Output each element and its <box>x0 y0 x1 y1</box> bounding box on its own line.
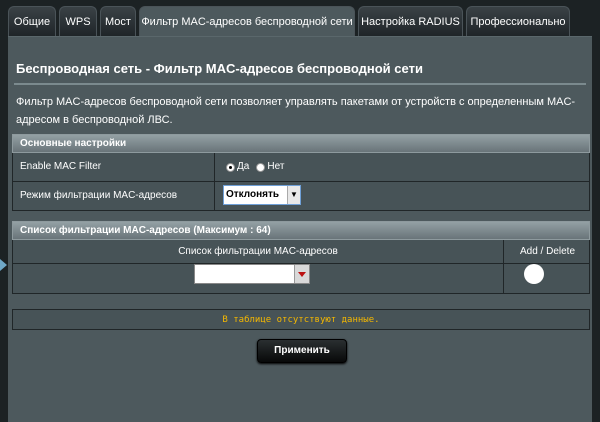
dropdown-arrow-icon[interactable] <box>294 265 309 283</box>
content-panel: Беспроводная сеть - Фильтр MAC-адресов б… <box>8 36 592 422</box>
filter-mode-label: Режим фильтрации MAC-адресов <box>20 190 178 201</box>
radio-yes[interactable] <box>226 162 235 172</box>
col-add-delete: Add / Delete <box>503 240 591 264</box>
radio-no-label: Нет <box>267 161 285 173</box>
page-description: Фильтр MAC-адресов беспроводной сети поз… <box>16 96 576 126</box>
page-title: Беспроводная сеть - Фильтр MAC-адресов б… <box>16 61 423 76</box>
apply-button[interactable]: Применить <box>257 339 347 363</box>
radio-yes-label: Да <box>237 161 250 173</box>
tab-wps[interactable]: WPS <box>59 6 97 36</box>
filter-mode-value: Отклонять <box>226 189 280 200</box>
radio-no[interactable] <box>256 162 266 172</box>
enable-mac-filter-label: Enable MAC Filter <box>20 161 102 172</box>
enable-mac-filter-row: Enable MAC Filter Да Нет <box>12 153 590 182</box>
tab-mac-filter[interactable]: Фильтр MAC-адресов беспроводной сети <box>139 6 355 36</box>
filter-mode-cell: Отклонять ▼ <box>214 182 591 210</box>
add-icon[interactable]: + <box>524 264 544 284</box>
filter-list-input-row: + <box>12 264 590 294</box>
filter-mode-select[interactable]: Отклонять ▼ <box>223 185 301 205</box>
basic-settings-header: Основные настройки <box>12 134 590 153</box>
tab-general[interactable]: Общие <box>8 6 56 36</box>
mac-address-input[interactable] <box>194 264 310 284</box>
tab-bridge[interactable]: Мост <box>100 6 136 36</box>
col-mac-list: Список фильтрации MAC-адресов <box>178 246 338 257</box>
tab-radius[interactable]: Настройка RADIUS <box>358 6 463 36</box>
enable-mac-filter-options: Да Нет <box>214 153 591 181</box>
filter-list-column-headers: Список фильтрации MAC-адресов Add / Dele… <box>12 240 590 264</box>
sidebar-collapse-arrow-icon[interactable] <box>0 259 7 271</box>
chevron-down-icon: ▼ <box>287 186 300 204</box>
tab-professional[interactable]: Профессионально <box>466 6 570 36</box>
empty-table-message: В таблице отсутствуют данные. <box>12 309 590 330</box>
filter-list-header: Список фильтрации MAC-адресов (Максимум … <box>12 221 590 240</box>
filter-mode-row: Режим фильтрации MAC-адресов Отклонять ▼ <box>12 182 590 211</box>
tab-bar: Общие WPS Мост Фильтр MAC-адресов беспро… <box>0 0 600 40</box>
add-cell <box>503 264 591 293</box>
title-divider <box>14 83 586 85</box>
